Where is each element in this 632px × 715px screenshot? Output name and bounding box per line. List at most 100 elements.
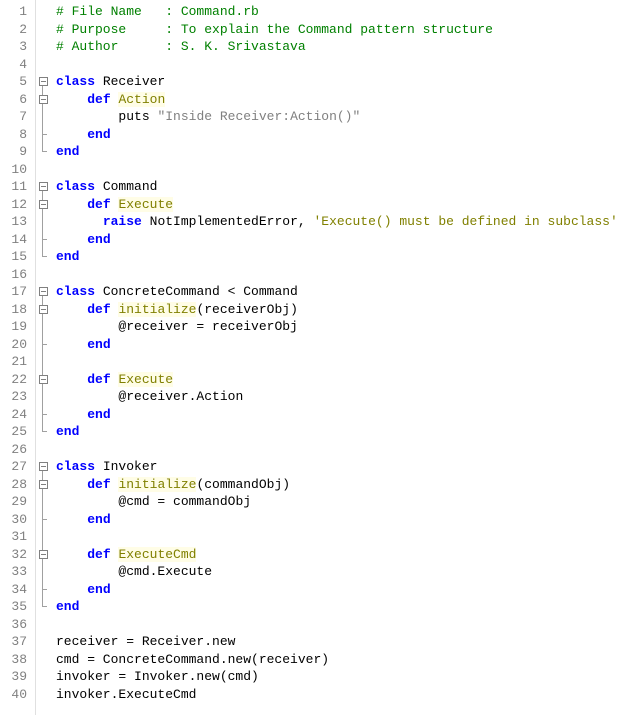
code-line[interactable]: [56, 266, 632, 284]
code-line[interactable]: end: [56, 406, 632, 424]
fold-marker[interactable]: [36, 598, 50, 616]
fold-marker[interactable]: [36, 528, 50, 546]
code-line[interactable]: def Execute: [56, 371, 632, 389]
fold-marker[interactable]: [36, 388, 50, 406]
code-line[interactable]: invoker.ExecuteCmd: [56, 686, 632, 704]
line-number: 9: [4, 143, 27, 161]
code-line[interactable]: class ConcreteCommand < Command: [56, 283, 632, 301]
code-line[interactable]: end: [56, 581, 632, 599]
fold-marker[interactable]: [36, 143, 50, 161]
line-number: 38: [4, 651, 27, 669]
fold-marker[interactable]: [36, 563, 50, 581]
fold-marker[interactable]: [36, 581, 50, 599]
token: # Author : S. K. Srivastava: [56, 39, 306, 54]
token: [306, 214, 314, 229]
token: def: [87, 92, 110, 107]
fold-marker[interactable]: [36, 353, 50, 371]
code-line[interactable]: [56, 616, 632, 634]
token: [56, 494, 118, 509]
code-line[interactable]: def Execute: [56, 196, 632, 214]
fold-marker[interactable]: [36, 108, 50, 126]
fold-marker[interactable]: [36, 91, 50, 109]
fold-marker[interactable]: [36, 248, 50, 266]
fold-marker[interactable]: [36, 406, 50, 424]
code-line[interactable]: @receiver.Action: [56, 388, 632, 406]
code-line[interactable]: cmd = ConcreteCommand.new(receiver): [56, 651, 632, 669]
code-line[interactable]: raise NotImplementedError, 'Execute() mu…: [56, 213, 632, 231]
code-line[interactable]: def ExecuteCmd: [56, 546, 632, 564]
code-line[interactable]: def Action: [56, 91, 632, 109]
token: [56, 214, 103, 229]
fold-marker[interactable]: [36, 511, 50, 529]
code-line[interactable]: @cmd = commandObj: [56, 493, 632, 511]
token: [56, 197, 87, 212]
fold-marker[interactable]: [36, 196, 50, 214]
code-line[interactable]: [56, 56, 632, 74]
code-line[interactable]: invoker = Invoker.new(cmd): [56, 668, 632, 686]
code-line[interactable]: end: [56, 231, 632, 249]
code-line[interactable]: [56, 353, 632, 371]
token: end: [56, 599, 79, 614]
line-number: 6: [4, 91, 27, 109]
code-line[interactable]: end: [56, 336, 632, 354]
fold-marker[interactable]: [36, 423, 50, 441]
code-line[interactable]: end: [56, 126, 632, 144]
code-line[interactable]: # Author : S. K. Srivastava: [56, 38, 632, 56]
line-number: 39: [4, 668, 27, 686]
fold-marker[interactable]: [36, 301, 50, 319]
line-number: 4: [4, 56, 27, 74]
fold-marker[interactable]: [36, 126, 50, 144]
code-line[interactable]: def initialize(receiverObj): [56, 301, 632, 319]
token: class: [56, 179, 95, 194]
line-number: 29: [4, 493, 27, 511]
code-line[interactable]: puts "Inside Receiver:Action()": [56, 108, 632, 126]
code-line[interactable]: def initialize(commandObj): [56, 476, 632, 494]
code-line[interactable]: [56, 161, 632, 179]
code-line[interactable]: end: [56, 248, 632, 266]
line-number: 19: [4, 318, 27, 336]
token: class: [56, 459, 95, 474]
fold-marker[interactable]: [36, 178, 50, 196]
code-line[interactable]: class Invoker: [56, 458, 632, 476]
fold-marker[interactable]: [36, 213, 50, 231]
code-line[interactable]: @receiver = receiverObj: [56, 318, 632, 336]
line-number: 33: [4, 563, 27, 581]
line-number: 12: [4, 196, 27, 214]
token: end: [87, 512, 110, 527]
code-line[interactable]: class Command: [56, 178, 632, 196]
fold-marker[interactable]: [36, 546, 50, 564]
token: end: [87, 232, 110, 247]
code-line[interactable]: class Receiver: [56, 73, 632, 91]
code-line[interactable]: end: [56, 511, 632, 529]
token: [56, 302, 87, 317]
fold-marker[interactable]: [36, 318, 50, 336]
token: [56, 232, 87, 247]
code-line[interactable]: end: [56, 598, 632, 616]
code-line[interactable]: end: [56, 423, 632, 441]
code-line[interactable]: # File Name : Command.rb: [56, 3, 632, 21]
token: [56, 372, 87, 387]
code-line[interactable]: # Purpose : To explain the Command patte…: [56, 21, 632, 39]
fold-margin[interactable]: [36, 0, 50, 715]
fold-marker[interactable]: [36, 493, 50, 511]
line-number: 31: [4, 528, 27, 546]
code-line[interactable]: @cmd.Execute: [56, 563, 632, 581]
line-number: 36: [4, 616, 27, 634]
fold-marker[interactable]: [36, 73, 50, 91]
token: [56, 319, 118, 334]
code-line[interactable]: end: [56, 143, 632, 161]
fold-marker[interactable]: [36, 283, 50, 301]
fold-marker[interactable]: [36, 336, 50, 354]
line-number: 24: [4, 406, 27, 424]
fold-marker[interactable]: [36, 231, 50, 249]
line-number: 32: [4, 546, 27, 564]
line-number: 11: [4, 178, 27, 196]
code-editor[interactable]: # File Name : Command.rb# Purpose : To e…: [50, 0, 632, 715]
code-line[interactable]: receiver = Receiver.new: [56, 633, 632, 651]
fold-marker[interactable]: [36, 476, 50, 494]
fold-marker[interactable]: [36, 371, 50, 389]
fold-marker[interactable]: [36, 458, 50, 476]
code-line[interactable]: [56, 528, 632, 546]
fold-marker: [36, 668, 50, 686]
code-line[interactable]: [56, 441, 632, 459]
